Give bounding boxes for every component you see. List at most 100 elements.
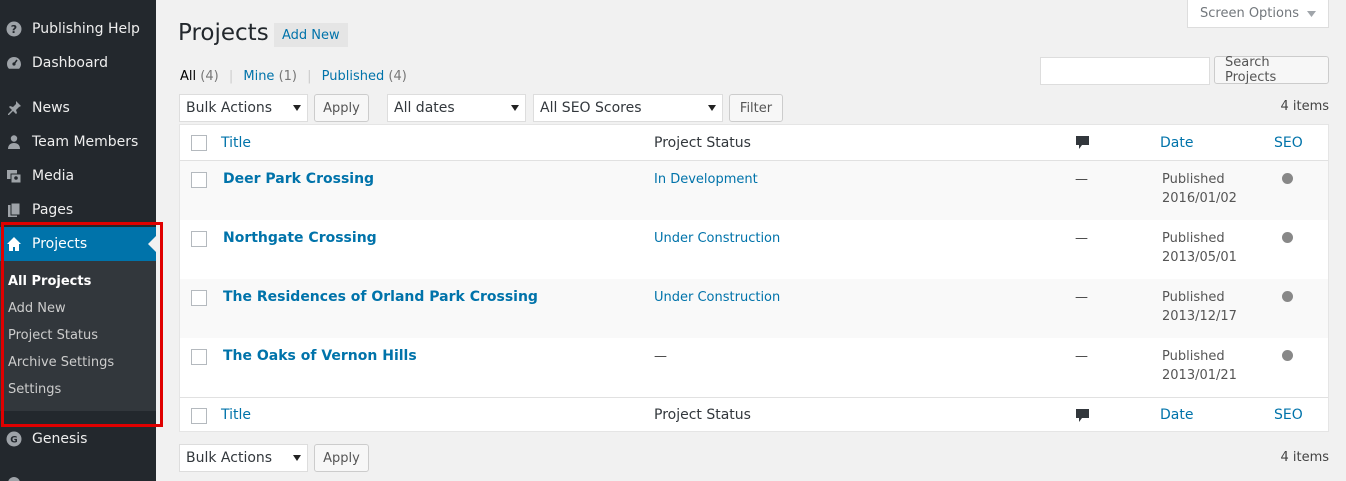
- main-content: Screen Options Projects Add New All (4) …: [156, 0, 1346, 481]
- caret-down-icon: [293, 105, 301, 111]
- users-icon: [6, 134, 22, 150]
- submenu-item-add-new[interactable]: Add New: [0, 295, 156, 322]
- search-projects-button[interactable]: Search Projects: [1214, 55, 1329, 85]
- date-value: 2016/01/02: [1162, 191, 1237, 206]
- sidebar-item-label: Projects: [32, 236, 88, 252]
- filter-published-count: (4): [388, 69, 407, 84]
- project-title-link[interactable]: Northgate Crossing: [223, 230, 377, 246]
- project-status-link[interactable]: In Development: [654, 172, 758, 187]
- submenu-item-archive-settings[interactable]: Archive Settings: [0, 349, 156, 376]
- column-seo[interactable]: SEO: [1274, 135, 1303, 151]
- caret-down-icon: [708, 105, 716, 111]
- filter-published[interactable]: Published: [322, 69, 385, 84]
- search-input[interactable]: [1040, 57, 1210, 85]
- date-cell: Published 2013/01/21: [1162, 347, 1237, 385]
- caret-down-icon: [1307, 10, 1316, 17]
- genesis-icon: G: [6, 431, 22, 447]
- dashboard-icon: [6, 55, 22, 71]
- submenu-item-project-status[interactable]: Project Status: [0, 322, 156, 349]
- select-all-checkbox[interactable]: [191, 135, 207, 151]
- date-status: Published: [1162, 290, 1225, 305]
- sidebar-item-label: News: [32, 100, 70, 116]
- apply-button-bottom[interactable]: Apply: [314, 444, 369, 472]
- comment-count: —: [1075, 290, 1088, 305]
- date-filter-value: All dates: [394, 100, 455, 116]
- row-checkbox[interactable]: [191, 172, 207, 188]
- date-cell: Published 2013/12/17: [1162, 288, 1237, 326]
- sidebar-item-label: Genesis: [32, 431, 88, 447]
- seo-score-indicator: [1282, 350, 1293, 361]
- comment-icon[interactable]: [1076, 409, 1089, 427]
- filter-all[interactable]: All: [180, 69, 196, 84]
- column-date[interactable]: Date: [1160, 135, 1193, 151]
- row-checkbox[interactable]: [191, 349, 207, 365]
- bulk-actions-value: Bulk Actions: [186, 100, 273, 116]
- project-title-link[interactable]: The Residences of Orland Park Crossing: [223, 289, 538, 305]
- submenu-item-settings[interactable]: Settings: [0, 376, 156, 403]
- sidebar-item-more[interactable]: [0, 466, 156, 481]
- table-footer: Title Project Status Date SEO: [180, 397, 1328, 433]
- comment-icon[interactable]: [1076, 136, 1089, 154]
- filter-button[interactable]: Filter: [729, 94, 783, 122]
- seo-filter-select[interactable]: All SEO Scores: [533, 94, 723, 122]
- row-checkbox[interactable]: [191, 290, 207, 306]
- date-filter-select[interactable]: All dates: [387, 94, 526, 122]
- project-status-link[interactable]: Under Construction: [654, 231, 780, 246]
- project-title-link[interactable]: The Oaks of Vernon Hills: [223, 348, 417, 364]
- filter-mine[interactable]: Mine: [243, 69, 274, 84]
- sidebar-item-team-members[interactable]: Team Members: [0, 125, 156, 159]
- column-date[interactable]: Date: [1160, 407, 1193, 423]
- bulk-actions-value: Bulk Actions: [186, 450, 273, 466]
- media-icon: [6, 168, 22, 184]
- add-new-button[interactable]: Add New: [274, 23, 348, 47]
- projects-table: Title Project Status Date SEO Deer Park …: [179, 124, 1329, 432]
- separator: |: [228, 69, 234, 84]
- table-row: The Oaks of Vernon Hills — — Published 20…: [180, 338, 1328, 397]
- seo-score-indicator: [1282, 232, 1293, 243]
- items-count-bottom: 4 items: [1280, 450, 1329, 465]
- projects-submenu: All Projects Add New Project Status Arch…: [0, 261, 156, 411]
- date-status: Published: [1162, 349, 1225, 364]
- sidebar-item-label: Publishing Help: [32, 21, 140, 37]
- submenu-item-all-projects[interactable]: All Projects: [0, 268, 156, 295]
- screen-options-button[interactable]: Screen Options: [1187, 0, 1329, 28]
- sidebar-item-label: Dashboard: [32, 55, 108, 71]
- seo-score-indicator: [1282, 291, 1293, 302]
- sidebar-item-media[interactable]: Media: [0, 159, 156, 193]
- sidebar-item-label: Media: [32, 168, 75, 184]
- project-status-link[interactable]: Under Construction: [654, 290, 780, 305]
- bulk-actions-select[interactable]: Bulk Actions: [179, 94, 308, 122]
- view-filters: All (4) | Mine (1) | Published (4): [180, 69, 407, 84]
- screen-options-label: Screen Options: [1200, 6, 1299, 21]
- sidebar-item-publishing-help[interactable]: ? Publishing Help: [0, 12, 156, 46]
- seo-score-indicator: [1282, 173, 1293, 184]
- row-checkbox[interactable]: [191, 231, 207, 247]
- sidebar-item-projects[interactable]: Projects: [0, 227, 156, 261]
- date-status: Published: [1162, 172, 1225, 187]
- comment-count: —: [1075, 349, 1088, 364]
- bulk-actions-select-bottom[interactable]: Bulk Actions: [179, 444, 308, 472]
- apply-button[interactable]: Apply: [314, 94, 369, 122]
- comment-count: —: [1075, 231, 1088, 246]
- table-row: The Residences of Orland Park Crossing U…: [180, 279, 1328, 338]
- sidebar-item-news[interactable]: News: [0, 91, 156, 125]
- column-seo[interactable]: SEO: [1274, 407, 1303, 423]
- date-cell: Published 2013/05/01: [1162, 229, 1237, 267]
- column-title[interactable]: Title: [221, 135, 251, 151]
- separator: |: [307, 69, 312, 84]
- column-project-status: Project Status: [654, 407, 751, 423]
- date-cell: Published 2016/01/02: [1162, 170, 1237, 208]
- column-project-status: Project Status: [654, 135, 751, 151]
- svg-text:G: G: [10, 436, 17, 446]
- column-title[interactable]: Title: [221, 407, 251, 423]
- table-header: Title Project Status Date SEO: [180, 125, 1328, 161]
- date-status: Published: [1162, 231, 1225, 246]
- sidebar-item-genesis[interactable]: G Genesis: [0, 422, 156, 456]
- admin-sidebar: ? Publishing Help Dashboard News Team Me…: [0, 0, 156, 481]
- project-title-link[interactable]: Deer Park Crossing: [223, 171, 374, 187]
- caret-down-icon: [293, 455, 301, 461]
- table-row: Deer Park Crossing In Development — Publ…: [180, 161, 1328, 220]
- sidebar-item-dashboard[interactable]: Dashboard: [0, 46, 156, 80]
- sidebar-item-pages[interactable]: Pages: [0, 193, 156, 227]
- select-all-checkbox[interactable]: [191, 408, 207, 424]
